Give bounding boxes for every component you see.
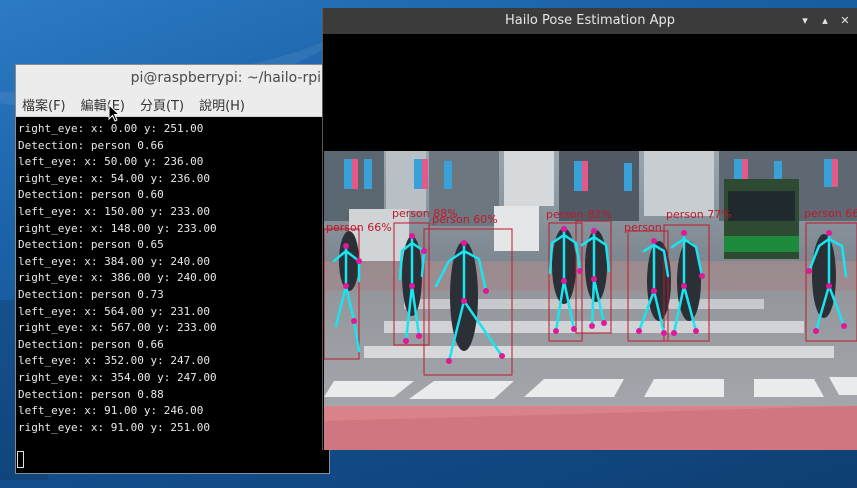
terminal-cursor	[17, 451, 24, 468]
terminal-line: Detection: person 0.73	[18, 287, 164, 301]
detection-label: person	[624, 221, 662, 234]
terminal-line: Detection: person 0.66	[18, 138, 164, 152]
minimize-icon[interactable]: ▾	[799, 8, 811, 34]
terminal-window[interactable]: pi@raspberrypi: ~/hailo-rpi 檔案(F) 編輯(E) …	[15, 64, 330, 474]
video-frame: person 66% person 88% person 60% person …	[324, 151, 857, 450]
terminal-line: right_eye: x: 91.00 y: 251.00	[18, 420, 211, 434]
terminal-menubar: 檔案(F) 編輯(E) 分頁(T) 說明(H)	[16, 92, 329, 117]
detection-label: person 82%	[546, 208, 612, 221]
hailo-app-window[interactable]: Hailo Pose Estimation App ▾ ▴ ✕ person 6…	[322, 8, 857, 450]
detection-label: person 66%	[804, 207, 857, 220]
terminal-line: left_eye: x: 50.00 y: 236.00	[18, 155, 204, 169]
hailo-window-title: Hailo Pose Estimation App	[504, 13, 676, 28]
street-scene-image: person 66% person 88% person 60% person …	[324, 151, 857, 450]
menu-help[interactable]: 說明(H)	[199, 95, 245, 114]
terminal-line: right_eye: x: 148.00 y: 233.00	[18, 221, 217, 235]
window-controls: ▾ ▴ ✕	[799, 8, 851, 34]
terminal-line: left_eye: x: 384.00 y: 240.00	[18, 254, 211, 268]
menu-file[interactable]: 檔案(F)	[22, 95, 66, 114]
terminal-line: Detection: person 0.60	[18, 188, 164, 202]
terminal-line: Detection: person 0.65	[18, 238, 164, 252]
detection-label: person 66%	[326, 221, 392, 234]
terminal-line: left_eye: x: 91.00 y: 246.00	[18, 404, 204, 418]
terminal-line: right_eye: x: 567.00 y: 233.00	[18, 321, 217, 335]
terminal-line: left_eye: x: 352.00 y: 247.00	[18, 354, 211, 368]
terminal-line: Detection: person 0.66	[18, 337, 164, 351]
detection-label: person 60%	[432, 213, 498, 226]
mouse-pointer-icon	[108, 104, 120, 122]
menu-tabs[interactable]: 分頁(T)	[140, 95, 184, 114]
detection-label: person 77%	[666, 208, 732, 221]
terminal-line: right_eye: x: 0.00 y: 251.00	[18, 122, 204, 135]
terminal-title: pi@raspberrypi: ~/hailo-rpi	[130, 70, 321, 86]
close-icon[interactable]: ✕	[839, 8, 851, 34]
terminal-line: right_eye: x: 54.00 y: 236.00	[18, 171, 211, 185]
terminal-line: right_eye: x: 386.00 y: 240.00	[18, 271, 217, 285]
maximize-icon[interactable]: ▴	[819, 8, 831, 34]
terminal-line: Detection: person 0.88	[18, 387, 164, 401]
terminal-line: right_eye: x: 354.00 y: 247.00	[18, 370, 217, 384]
terminal-line: left_eye: x: 150.00 y: 233.00	[18, 204, 211, 218]
terminal-line: left_eye: x: 564.00 y: 231.00	[18, 304, 211, 318]
terminal-output[interactable]: right_eye: x: 0.00 y: 251.00 Detection: p…	[16, 117, 329, 436]
terminal-titlebar[interactable]: pi@raspberrypi: ~/hailo-rpi	[16, 65, 329, 92]
hailo-titlebar[interactable]: Hailo Pose Estimation App ▾ ▴ ✕	[323, 8, 857, 34]
